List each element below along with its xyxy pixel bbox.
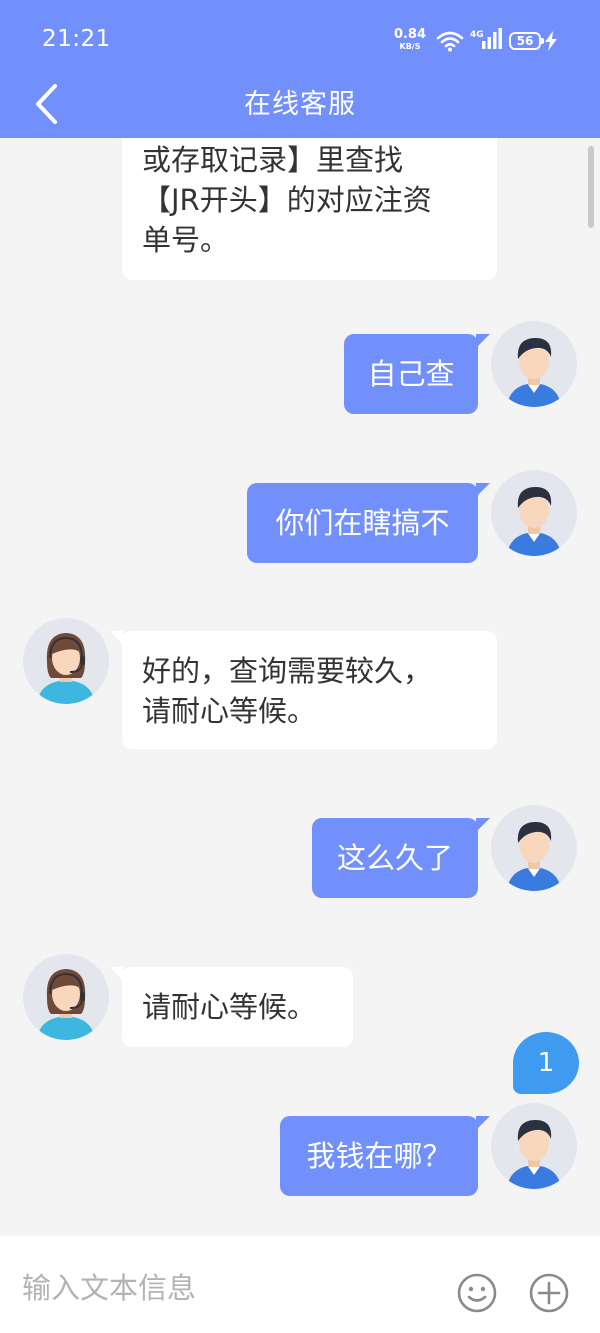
agent-message-bubble: 好的，查询需要较久， 请耐心等候。 [110,631,497,749]
network-speed-value: 0.84 [393,27,427,42]
user-avatar-icon [507,486,561,556]
network-type-label: 4G [470,30,484,40]
battery-indicator: 56 [509,32,544,50]
agent-message-bubble: 请耐心等候。 [110,967,353,1047]
user-message-bubble: 你们在瞎搞不 [247,483,490,563]
agent-message-bubble: 或存取记录】里查找 【JR开头】的对应注资 单号。 [122,138,497,280]
agent-avatar-icon [37,633,95,704]
agent-avatar [23,954,109,1040]
plus-circle-icon[interactable] [528,1272,570,1314]
user-avatar [491,470,577,556]
cellular-signal-icon: 4G [470,28,502,49]
charging-bolt-icon [545,31,557,51]
agent-avatar-icon [37,969,95,1040]
unread-count-badge[interactable]: 1 [513,1032,579,1094]
nav-bar: 在线客服 [0,80,600,138]
user-avatar-icon [507,1119,561,1189]
user-avatar [491,321,577,407]
status-time: 21:21 [42,26,111,52]
user-avatar-icon [507,337,561,407]
message-input[interactable] [22,1266,432,1310]
chat-message-list[interactable]: 或存取记录】里查找 【JR开头】的对应注资 单号。 自己查 你们在瞎搞不 好的，… [0,138,600,1236]
user-avatar [491,1103,577,1189]
smiley-icon[interactable] [456,1272,498,1314]
message-input-bar [0,1236,600,1333]
user-message-bubble: 这么久了 [312,818,490,898]
user-avatar-icon [507,821,561,891]
page-title: 在线客服 [244,89,356,120]
wifi-icon [436,31,464,52]
user-avatar [491,805,577,891]
agent-avatar [23,618,109,704]
app-header: 21:21 0.84 KB/S 4G 56 在线客服 [0,0,600,138]
user-message-bubble: 我钱在哪？ [280,1116,490,1196]
status-bar: 21:21 0.84 KB/S 4G 56 [0,0,600,80]
scrollbar[interactable] [588,146,594,228]
network-speed: 0.84 KB/S [392,28,428,51]
network-speed-unit: KB/S [399,42,421,51]
user-message-bubble: 自己查 [344,334,490,414]
